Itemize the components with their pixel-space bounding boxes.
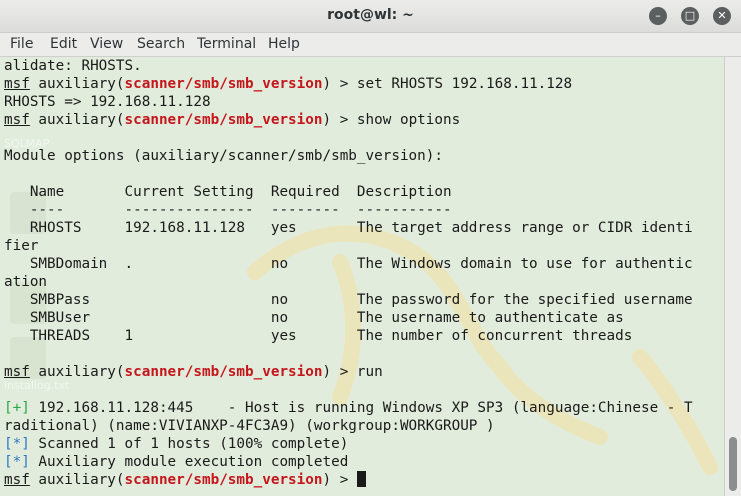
- terminal-line: alidate: RHOSTS.: [4, 57, 693, 75]
- terminal-line: SMBDomain . no The Windows domain to use…: [4, 255, 693, 273]
- text-cursor: [356, 471, 366, 487]
- line-text: 192.168.11.128:445 - Host is running Win…: [29, 400, 693, 416]
- terminal-line: fier: [4, 237, 693, 255]
- terminal-line: THREADS 1 yes The number of concurrent t…: [4, 327, 693, 345]
- info-marker: [*]: [4, 454, 30, 470]
- terminal-line: [*] Auxiliary module execution completed: [4, 453, 693, 471]
- line-text: ) > show options: [322, 112, 461, 128]
- terminal-lines: alidate: RHOSTS. msf auxiliary(scanner/sm…: [4, 57, 693, 489]
- terminal-line: msf auxiliary(scanner/smb/smb_version) >…: [4, 363, 693, 381]
- terminal-line: msf auxiliary(scanner/smb/smb_version) >…: [4, 111, 693, 129]
- line-text: SMBPass no The password for the specifie…: [4, 292, 693, 308]
- terminal-line: msf auxiliary(scanner/smb/smb_version) >…: [4, 75, 693, 93]
- menu-search[interactable]: Search: [137, 36, 185, 52]
- title-bar[interactable]: root@wl: ~ – □ ✕: [0, 0, 741, 33]
- line-text: SMBUser no The username to authenticate …: [4, 310, 624, 326]
- line-text: ---- --------------- -------- ----------…: [4, 202, 452, 218]
- line-text: auxiliary(: [29, 472, 125, 488]
- terminal-line: Name Current Setting Required Descriptio…: [4, 183, 693, 201]
- msf-prompt: msf: [4, 472, 30, 488]
- line-text: SMBDomain . no The Windows domain to use…: [4, 256, 693, 272]
- maximize-button[interactable]: □: [681, 7, 699, 25]
- line-text: ) >: [322, 472, 357, 488]
- terminal-window: root@wl: ~ – □ ✕ File Edit View Search T…: [0, 0, 741, 496]
- menu-view[interactable]: View: [90, 36, 123, 52]
- line-text: Auxiliary module execution completed: [29, 454, 349, 470]
- line-text: Scanned 1 of 1 hosts (100% complete): [29, 436, 349, 452]
- close-button[interactable]: ✕: [713, 7, 731, 25]
- menu-help[interactable]: Help: [268, 36, 300, 52]
- menu-file[interactable]: File: [10, 36, 33, 52]
- line-text: ation: [4, 274, 48, 290]
- line-text: RHOSTS 192.168.11.128 yes The target add…: [4, 220, 693, 236]
- terminal-line: msf auxiliary(scanner/smb/smb_version) >: [4, 471, 693, 489]
- line-text: ) > set RHOSTS 192.168.11.128: [322, 76, 573, 92]
- menu-terminal[interactable]: Terminal: [197, 36, 256, 52]
- terminal-line: SMBUser no The username to authenticate …: [4, 309, 693, 327]
- module-path: scanner/smb/smb_version: [124, 76, 323, 92]
- terminal-line: Module options (auxiliary/scanner/smb/sm…: [4, 147, 693, 165]
- line-text: Module options (auxiliary/scanner/smb/sm…: [4, 148, 443, 164]
- info-marker: [*]: [4, 436, 30, 452]
- line-text: alidate: RHOSTS.: [4, 58, 142, 74]
- terminal-line: SMBPass no The password for the specifie…: [4, 291, 693, 309]
- terminal-line: RHOSTS 192.168.11.128 yes The target add…: [4, 219, 693, 237]
- success-marker: [+]: [4, 400, 30, 416]
- msf-prompt: msf: [4, 364, 30, 380]
- minimize-button[interactable]: –: [649, 7, 667, 25]
- line-text: THREADS 1 yes The number of concurrent t…: [4, 328, 633, 344]
- terminal-line: ---- --------------- -------- ----------…: [4, 201, 693, 219]
- menu-edit[interactable]: Edit: [50, 36, 77, 52]
- terminal-line: [+] 192.168.11.128:445 - Host is running…: [4, 399, 693, 417]
- module-path: scanner/smb/smb_version: [124, 364, 323, 380]
- terminal-line: RHOSTS => 192.168.11.128: [4, 93, 693, 111]
- terminal-line: raditional) (name:VIVIANXP-4FC3A9) (work…: [4, 417, 693, 435]
- line-text: raditional) (name:VIVIANXP-4FC3A9) (work…: [4, 418, 495, 434]
- line-text: auxiliary(: [29, 364, 125, 380]
- line-text: Name Current Setting Required Descriptio…: [4, 184, 452, 200]
- menu-bar: File Edit View Search Terminal Help: [0, 33, 741, 57]
- line-text: ) > run: [322, 364, 383, 380]
- terminal-output[interactable]: SQLMAP installog.txt alidate: RHOSTS. msf…: [0, 57, 724, 496]
- module-path: scanner/smb/smb_version: [124, 472, 323, 488]
- line-text: auxiliary(: [29, 112, 125, 128]
- scrollbar[interactable]: [724, 57, 741, 496]
- msf-prompt: msf: [4, 76, 30, 92]
- terminal-line: [*] Scanned 1 of 1 hosts (100% complete): [4, 435, 693, 453]
- scrollbar-thumb[interactable]: [729, 437, 737, 491]
- window-title: root@wl: ~: [327, 7, 414, 23]
- line-text: fier: [4, 238, 39, 254]
- terminal-line: ation: [4, 273, 693, 291]
- line-text: RHOSTS => 192.168.11.128: [4, 94, 211, 110]
- msf-prompt: msf: [4, 112, 30, 128]
- line-text: auxiliary(: [29, 76, 125, 92]
- module-path: scanner/smb/smb_version: [124, 112, 323, 128]
